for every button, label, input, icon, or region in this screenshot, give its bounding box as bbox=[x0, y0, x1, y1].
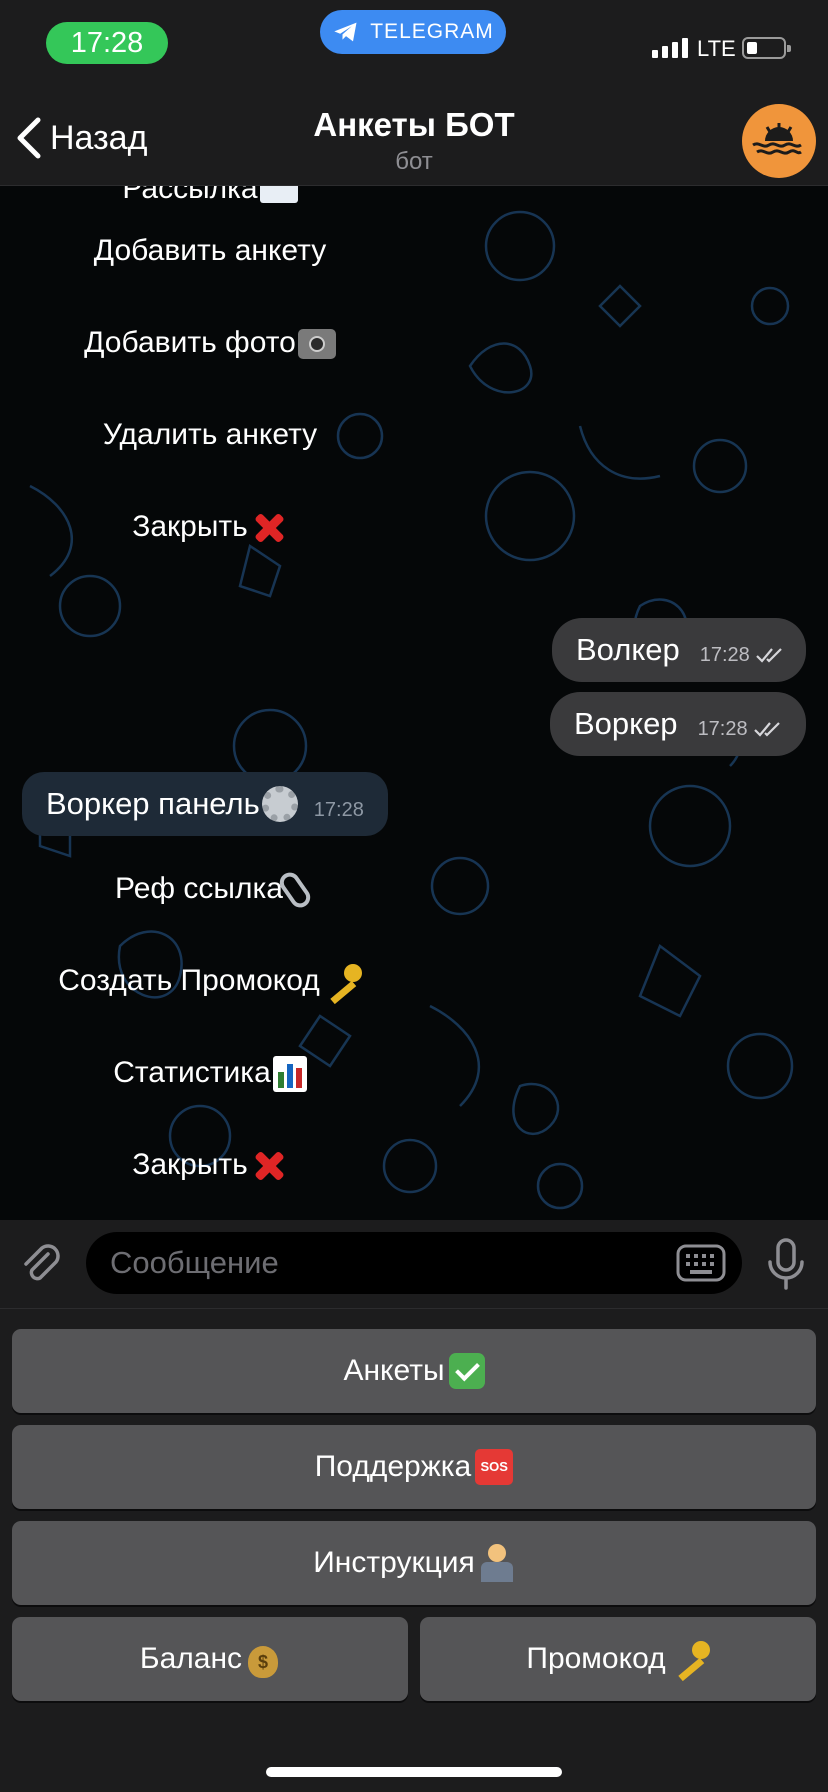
telegram-pill-label: TELEGRAM bbox=[370, 20, 494, 43]
bar-chart-icon bbox=[272, 1056, 307, 1093]
input-placeholder: Сообщение bbox=[110, 1245, 279, 1280]
keyboard-button-label: Инструкция bbox=[313, 1546, 475, 1579]
keyboard-button-ankety[interactable]: Анкеты bbox=[12, 1329, 816, 1413]
menu-close-1[interactable]: Закрыть bbox=[0, 502, 420, 552]
menu-statistics[interactable]: Статистика bbox=[0, 1048, 420, 1098]
message-text: Волкер bbox=[576, 632, 680, 667]
message-outgoing[interactable]: Воркер 17:28 bbox=[550, 692, 806, 756]
bot-avatar[interactable] bbox=[742, 104, 816, 178]
chat-header: Назад Анкеты БОТ бот bbox=[0, 96, 828, 186]
home-indicator[interactable] bbox=[266, 1767, 562, 1777]
chat-title[interactable]: Анкеты БОТ bbox=[214, 106, 614, 144]
person-at-laptop-icon bbox=[479, 1544, 515, 1582]
status-bar: 17:28 TELEGRAM LTE bbox=[0, 0, 828, 96]
menu-label: Рассылка bbox=[122, 186, 258, 205]
back-button[interactable]: Назад bbox=[14, 116, 147, 160]
telegram-pill[interactable]: TELEGRAM bbox=[320, 10, 506, 54]
network-label: LTE bbox=[697, 36, 736, 61]
double-check-icon bbox=[753, 722, 780, 737]
menu-label: Закрыть bbox=[132, 1148, 248, 1181]
chat-subtitle: бот bbox=[395, 148, 433, 175]
menu-label: Закрыть bbox=[132, 510, 248, 543]
camera-flash-icon bbox=[297, 329, 336, 360]
signal-icon bbox=[652, 38, 688, 58]
keyboard-button-instruction[interactable]: Инструкция bbox=[12, 1521, 816, 1605]
keyboard-button-promo[interactable]: Промокод bbox=[420, 1617, 816, 1701]
message-incoming[interactable]: Воркер панель 17:28 bbox=[22, 772, 388, 836]
menu-label: Удалить анкету bbox=[102, 418, 318, 451]
keyboard-button-label: Баланс bbox=[139, 1642, 243, 1675]
message-input-bar: Сообщение bbox=[0, 1220, 828, 1309]
message-text: Воркер bbox=[574, 706, 678, 741]
back-label: Назад bbox=[50, 118, 148, 157]
cross-mark-icon bbox=[250, 509, 288, 547]
paperclip-attach-icon[interactable] bbox=[18, 1242, 64, 1288]
chat-area[interactable]: Рассылка Добавить анкету Добавить фото У… bbox=[0, 186, 828, 1220]
double-check-icon bbox=[756, 648, 782, 663]
menu-label: Реф ссылка bbox=[115, 872, 283, 905]
keyboard-button-label: Анкеты bbox=[343, 1354, 445, 1387]
message-time: 17:28 bbox=[699, 643, 750, 666]
gear-icon bbox=[261, 786, 298, 822]
keyboard-button-support[interactable]: Поддержка SOS bbox=[12, 1425, 816, 1509]
microphone-icon[interactable] bbox=[766, 1238, 806, 1290]
key-icon bbox=[670, 1641, 710, 1677]
money-bag-icon bbox=[246, 1640, 280, 1678]
sunset-waves-icon bbox=[752, 123, 802, 155]
battery-icon bbox=[742, 37, 791, 59]
keyboard-button-label: Промокод bbox=[526, 1642, 666, 1675]
telegram-icon bbox=[334, 22, 357, 42]
message-text: Воркер панель bbox=[46, 786, 260, 821]
menu-label: Добавить фото bbox=[84, 326, 296, 359]
envelope-icon bbox=[259, 186, 298, 204]
keyboard-button-balance[interactable]: Баланс bbox=[12, 1617, 408, 1701]
keyboard-toggle-icon[interactable] bbox=[676, 1244, 726, 1282]
message-meta: 17:28 bbox=[698, 718, 782, 741]
cross-mark-icon bbox=[250, 1147, 288, 1185]
menu-label: Статистика bbox=[113, 1056, 271, 1089]
keyboard-button-label: Поддержка bbox=[314, 1450, 472, 1483]
check-mark-icon bbox=[448, 1353, 485, 1389]
message-outgoing[interactable]: Волкер 17:28 bbox=[552, 618, 806, 682]
status-time[interactable]: 17:28 bbox=[46, 22, 168, 64]
menu-mailing[interactable]: Рассылка bbox=[0, 186, 420, 214]
key-icon bbox=[322, 964, 362, 1000]
menu-create-promo[interactable]: Создать Промокод bbox=[0, 956, 420, 1006]
menu-close-2[interactable]: Закрыть bbox=[0, 1140, 420, 1190]
menu-delete-profile[interactable]: Удалить анкету bbox=[0, 410, 420, 460]
menu-add-profile[interactable]: Добавить анкету bbox=[0, 226, 420, 276]
bot-reply-keyboard: Анкеты ПоддержкаSOS Инструкция Баланс Пр… bbox=[0, 1309, 828, 1792]
menu-label: Создать Промокод bbox=[58, 964, 320, 997]
message-input[interactable]: Сообщение bbox=[86, 1232, 742, 1294]
sos-icon: SOS bbox=[475, 1449, 514, 1485]
chevron-left-icon bbox=[17, 117, 41, 159]
menu-label: Добавить анкету bbox=[93, 234, 327, 267]
menu-ref-link[interactable]: Реф ссылка bbox=[0, 864, 420, 914]
message-time: 17:28 bbox=[313, 798, 364, 821]
menu-add-photo[interactable]: Добавить фото bbox=[0, 318, 420, 368]
message-time: 17:28 bbox=[697, 717, 748, 740]
message-meta: 17:28 bbox=[700, 644, 784, 667]
